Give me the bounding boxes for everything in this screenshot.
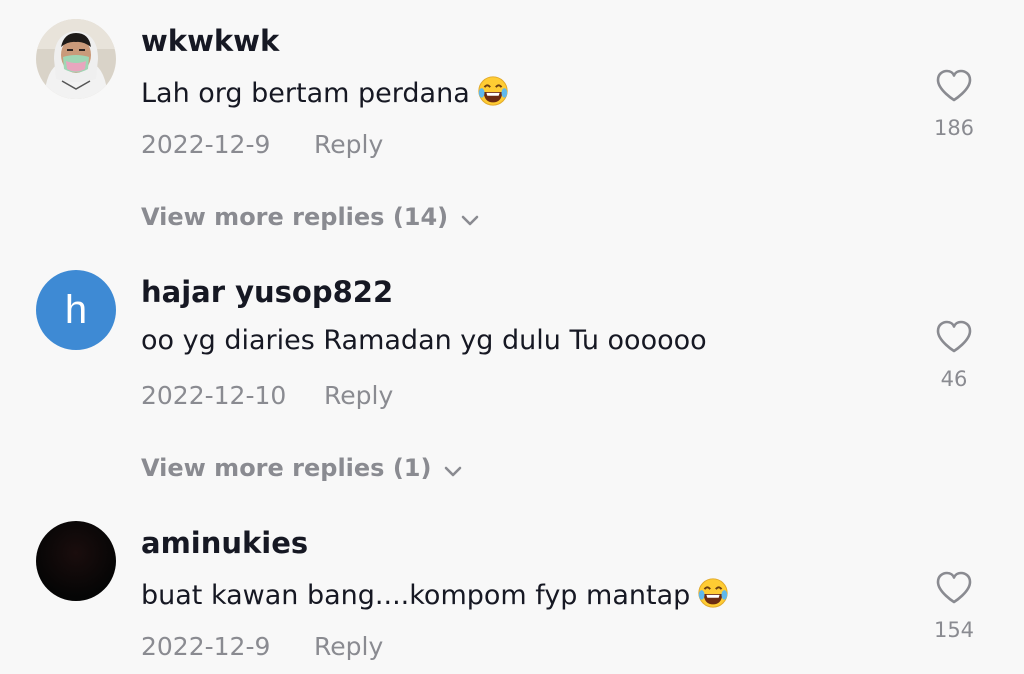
chevron-down-icon [445, 466, 462, 477]
comment-text-content: buat kawan bang....kompom fyp mantap [141, 580, 691, 611]
avatar[interactable]: h [36, 270, 116, 350]
laughing-tears-emoji [478, 76, 508, 106]
comment-date: 2022-12-9 [141, 632, 271, 661]
view-more-replies-button[interactable]: View more replies (14) [141, 203, 480, 231]
comment-text-content: oo yg diaries Ramadan yg dulu Tu oooooo [141, 325, 707, 356]
laughing-tears-emoji [698, 578, 728, 608]
heart-outline-icon [936, 320, 972, 353]
view-more-replies-label: View more replies (1) [141, 454, 432, 482]
avatar[interactable] [36, 19, 116, 99]
comment-username[interactable]: aminukies [141, 526, 308, 560]
comment-username[interactable]: wkwkwk [141, 24, 279, 58]
comment-text: oo yg diaries Ramadan yg dulu Tu oooooo [141, 325, 707, 356]
avatar-photo [36, 19, 116, 99]
reply-button[interactable]: Reply [324, 381, 393, 410]
comment-date: 2022-12-9 [141, 130, 271, 159]
like-button[interactable]: 46 [914, 319, 994, 391]
like-button[interactable]: 154 [914, 570, 994, 642]
avatar[interactable] [36, 521, 116, 601]
reply-button[interactable]: Reply [314, 130, 383, 159]
view-more-replies-button[interactable]: View more replies (1) [141, 454, 463, 482]
comment-text: Lah org bertam perdana [141, 74, 510, 109]
view-more-replies-label: View more replies (14) [141, 203, 449, 231]
like-count: 154 [933, 618, 975, 642]
comment-text-content: Lah org bertam perdana [141, 78, 470, 109]
like-count: 186 [933, 116, 975, 140]
heart-outline-icon [936, 571, 972, 604]
heart-outline-icon [936, 69, 972, 102]
like-count: 46 [940, 367, 968, 391]
comment-date: 2022-12-10 [141, 381, 287, 410]
comment-text: buat kawan bang....kompom fyp mantap [141, 576, 730, 611]
like-button[interactable]: 186 [914, 68, 994, 140]
reply-button[interactable]: Reply [314, 632, 383, 661]
chevron-down-icon [461, 215, 479, 226]
comment-username[interactable]: hajar yusop822 [141, 275, 393, 309]
